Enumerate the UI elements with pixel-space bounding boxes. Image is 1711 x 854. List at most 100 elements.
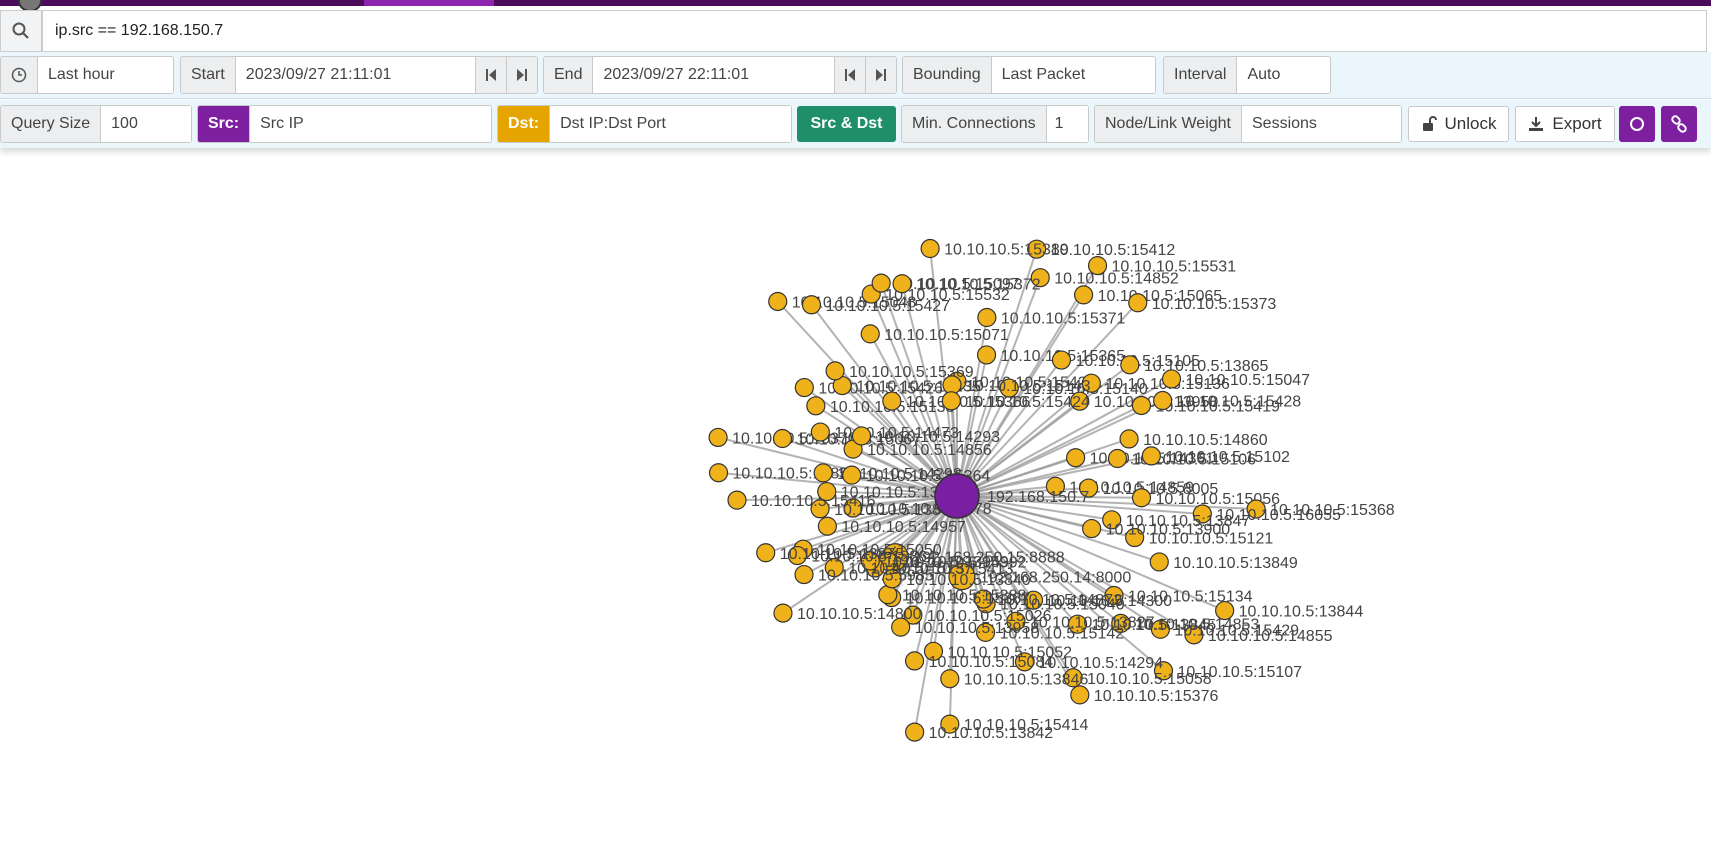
export-button[interactable]: Export	[1515, 106, 1615, 142]
graph-node[interactable]: 10.10.10.5:13846	[940, 669, 1089, 689]
node-circle[interactable]	[768, 291, 788, 312]
time-range-select[interactable]: Last hour	[0, 56, 174, 94]
node-circle[interactable]	[817, 516, 837, 536]
graph-node[interactable]: 10.10.10.5:14957	[817, 516, 966, 536]
node-circle[interactable]	[976, 345, 997, 365]
node-circle[interactable]	[1131, 395, 1152, 416]
node-circle[interactable]	[810, 422, 830, 442]
node-circle[interactable]	[1051, 350, 1072, 370]
node-circle[interactable]	[794, 564, 814, 585]
node-circle[interactable]	[794, 377, 814, 398]
src-field-group[interactable]: Src: Src IP	[197, 105, 492, 143]
src-field-input[interactable]: Src IP	[250, 106, 491, 142]
search-icon[interactable]	[0, 10, 42, 52]
circle-layout-button[interactable]	[1619, 106, 1655, 142]
node-circle[interactable]	[940, 669, 960, 689]
graph-node[interactable]: 10.10.10.5:15071	[860, 324, 1009, 344]
graph-node[interactable]: 10.10.10.5:15389	[920, 238, 1069, 259]
node-circle[interactable]	[1141, 446, 1161, 466]
graph-node[interactable]: 10.10.10.5:15373	[1128, 293, 1277, 313]
node-circle[interactable]	[851, 426, 872, 446]
query-size-group[interactable]: Query Size 100	[0, 105, 192, 143]
min-connections-group[interactable]: Min. Connections 1	[901, 105, 1089, 143]
weight-select[interactable]: Sessions	[1242, 106, 1401, 142]
bounding-group[interactable]: Bounding Last Packet	[902, 56, 1156, 94]
node-circle[interactable]	[942, 375, 962, 395]
node-circle[interactable]	[1153, 390, 1173, 411]
graph-node[interactable]: 10.10.10.5:15047	[1161, 369, 1311, 389]
graph-node[interactable]: 10.10.10.5:13875	[756, 543, 905, 563]
start-first-icon[interactable]	[475, 57, 506, 93]
node-circle[interactable]	[756, 543, 776, 563]
node-circle[interactable]	[806, 396, 826, 416]
center-node[interactable]: 192.168.150.7	[934, 473, 1089, 519]
node-circle[interactable]	[1128, 293, 1148, 313]
graph-node[interactable]: 10.10.10.5:14800	[773, 603, 922, 623]
node-circle[interactable]	[708, 463, 729, 483]
graph-node[interactable]: 10.10.10.5:15424	[941, 391, 1090, 411]
node-circle[interactable]	[1082, 518, 1102, 539]
graph-node[interactable]: 10.10.10.5:15428	[1153, 390, 1302, 411]
graph-node[interactable]: 10.10.10.5:14854	[708, 463, 858, 483]
graph-node[interactable]: 10.10.10.5:15531	[1087, 256, 1237, 276]
node-circle[interactable]	[1161, 369, 1182, 389]
graph-node[interactable]: 10.10.10.5:14293	[851, 426, 1001, 446]
node-circle[interactable]	[1107, 448, 1128, 469]
dst-field-group[interactable]: Dst: Dst IP:Dst Port	[497, 105, 792, 143]
node-circle[interactable]	[1120, 355, 1140, 375]
interval-group[interactable]: Interval Auto	[1163, 56, 1331, 94]
node-circle[interactable]	[727, 490, 747, 510]
unlock-button[interactable]: Unlock	[1408, 106, 1509, 142]
node-circle[interactable]	[871, 273, 891, 293]
node-circle[interactable]	[905, 722, 925, 742]
node-circle[interactable]	[941, 391, 961, 411]
dst-field-input[interactable]: Dst IP:Dst Port	[550, 106, 791, 142]
node-circle[interactable]	[878, 585, 898, 605]
node-circle[interactable]	[825, 361, 845, 381]
graph-node[interactable]: 10.10.10.5:14860	[1119, 429, 1268, 449]
node-circle[interactable]	[1119, 429, 1139, 449]
search-input[interactable]: ip.src == 192.168.150.7	[42, 10, 1707, 52]
node-circle[interactable]	[801, 295, 822, 315]
node-circle[interactable]	[1131, 488, 1152, 508]
node-circle[interactable]	[977, 307, 997, 328]
graph-node[interactable]: 10.10.10.5:15371	[977, 307, 1126, 328]
graph-node[interactable]: 10.10.10.5:15084	[904, 651, 1054, 671]
start-time-input[interactable]: 2023/09/27 21:11:01	[235, 57, 475, 93]
node-circle[interactable]	[1073, 285, 1094, 305]
node-circle[interactable]	[904, 651, 925, 671]
node-circle[interactable]	[920, 238, 940, 259]
interval-select[interactable]: Auto	[1237, 57, 1330, 93]
graph-node[interactable]: 10.10.10.5:13849	[1149, 552, 1298, 572]
graph-node[interactable]: 10.10.10.5:15102	[1141, 446, 1290, 466]
node-circle[interactable]	[892, 274, 912, 294]
node-circle[interactable]	[1066, 448, 1086, 468]
node-circle[interactable]	[1149, 552, 1169, 572]
src-dst-button[interactable]: Src & Dst	[797, 106, 896, 142]
node-circle[interactable]	[882, 391, 902, 411]
node-circle[interactable]	[817, 481, 837, 502]
weight-group[interactable]: Node/Link Weight Sessions	[1094, 105, 1402, 143]
bounding-select[interactable]: Last Packet	[991, 57, 1155, 93]
link-button[interactable]	[1661, 106, 1697, 142]
graph-node[interactable]: 10.10.10.5:13900	[1082, 518, 1231, 539]
end-last-icon[interactable]	[865, 57, 896, 93]
node-circle[interactable]	[813, 463, 833, 483]
node-circle[interactable]	[842, 465, 862, 485]
query-size-select[interactable]: 100	[101, 106, 191, 142]
graph-node[interactable]: 10.10.10.5:13842	[905, 722, 1054, 742]
end-first-icon[interactable]	[834, 57, 865, 93]
connections-graph[interactable]: 10.10.10.5:1542510.10.10.5:1536510.10.10…	[0, 150, 1711, 854]
node-circle[interactable]	[860, 324, 880, 344]
node-circle[interactable]	[773, 603, 793, 623]
center-node-circle[interactable]	[934, 473, 980, 519]
start-last-icon[interactable]	[506, 57, 537, 93]
graph-node[interactable]: 10.10.10.5:15376	[1070, 685, 1219, 705]
min-connections-select[interactable]: 1	[1046, 106, 1088, 142]
graph-node[interactable]: 10.10.10.5:15143	[942, 375, 1091, 395]
end-time-input[interactable]: 2023/09/27 22:11:01	[593, 57, 834, 93]
node-circle[interactable]	[772, 428, 793, 449]
node-circle[interactable]	[1087, 256, 1108, 276]
node-circle[interactable]	[708, 427, 728, 448]
graph-node[interactable]: 10.10.10.5:15372	[892, 274, 1041, 294]
